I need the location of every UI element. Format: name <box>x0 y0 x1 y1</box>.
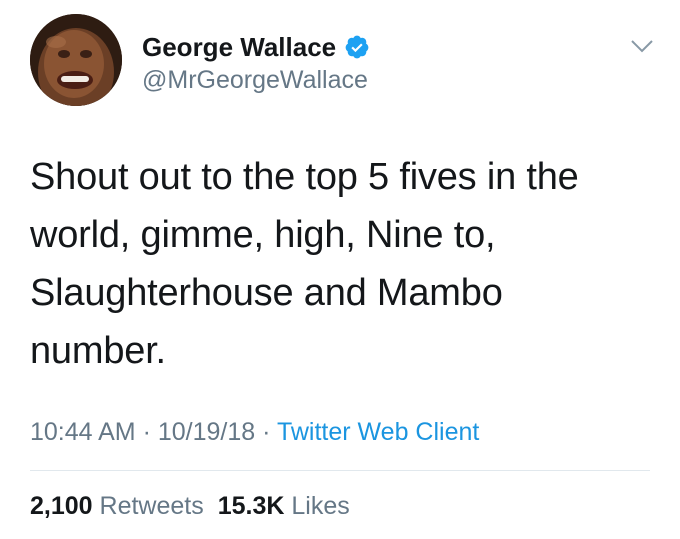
author-names: George Wallace @MrGeorgeWallace <box>142 30 370 95</box>
tweet-stats: 2,100 Retweets 15.3K Likes <box>30 492 350 521</box>
likes-count: 15.3K <box>217 492 285 520</box>
verified-badge-icon <box>344 34 370 60</box>
tweet-meta: 10:44 AM · 10/19/18 · Twitter Web Client <box>30 418 479 447</box>
display-name-row: George Wallace <box>142 30 370 64</box>
tweet-header: George Wallace @MrGeorgeWallace <box>30 14 656 110</box>
likes-stat[interactable]: 15.3K Likes <box>218 492 350 520</box>
author-handle[interactable]: @MrGeorgeWallace <box>142 66 370 95</box>
tweet-client-link[interactable]: Twitter Web Client <box>277 418 479 446</box>
retweets-stat[interactable]: 2,100 Retweets <box>30 492 204 520</box>
tweet-card: George Wallace @MrGeorgeWallace Shout ou… <box>0 0 680 539</box>
avatar-image <box>30 14 122 106</box>
likes-label: Likes <box>291 492 350 520</box>
meta-separator: · <box>255 418 277 446</box>
retweets-label: Retweets <box>99 492 204 520</box>
tweet-date[interactable]: 10/19/18 <box>158 418 255 446</box>
avatar[interactable] <box>30 14 122 106</box>
display-name[interactable]: George Wallace <box>142 32 336 63</box>
retweets-count: 2,100 <box>30 492 93 520</box>
tweet-time[interactable]: 10:44 AM <box>30 418 136 446</box>
tweet-text: Shout out to the top 5 fives in the worl… <box>30 156 579 372</box>
chevron-down-icon[interactable] <box>628 36 656 56</box>
meta-separator: · <box>135 418 158 446</box>
divider <box>30 470 650 471</box>
